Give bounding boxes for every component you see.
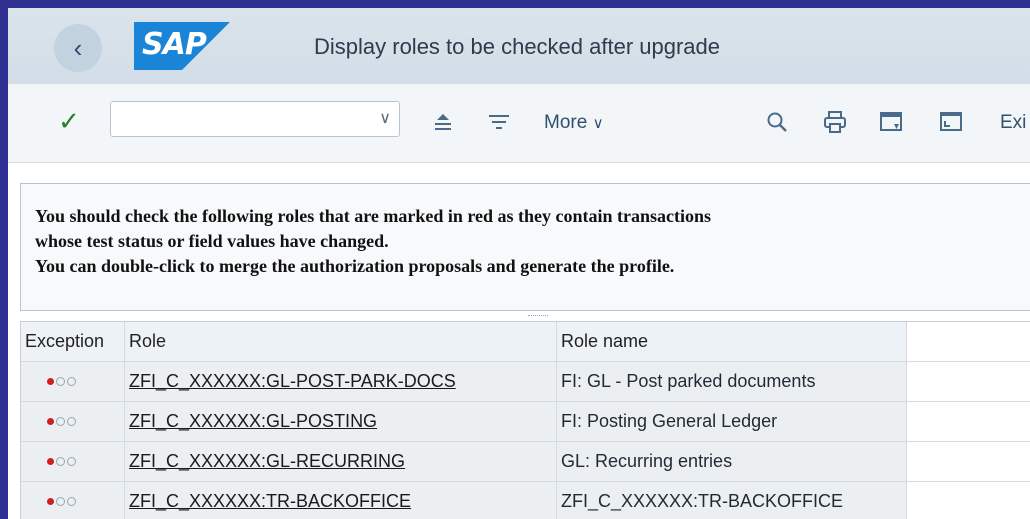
- table-row[interactable]: ZFI_C_XXXXXX:GL-POST-PARK-DOCS FI: GL - …: [21, 362, 1030, 402]
- role-name-cell: FI: Posting General Ledger: [557, 402, 907, 442]
- more-menu[interactable]: More ∨: [544, 112, 604, 134]
- empty-cell: [907, 442, 1030, 482]
- chevron-down-icon[interactable]: ∨: [379, 108, 391, 128]
- message-line: You should check the following roles tha…: [35, 206, 712, 226]
- role-cell: ZFI_C_XXXXXX:GL-POSTING: [125, 402, 557, 442]
- column-header-role-name[interactable]: Role name: [557, 322, 907, 362]
- role-name-cell: FI: GL - Post parked documents: [557, 362, 907, 402]
- info-message: You should check the following roles tha…: [20, 183, 1030, 311]
- table-row[interactable]: ZFI_C_XXXXXX:GL-POSTING FI: Posting Gene…: [21, 402, 1030, 442]
- app-window: ‹ SAP Display roles to be checked after …: [8, 8, 1030, 519]
- shell-header: ‹ SAP Display roles to be checked after …: [8, 8, 1030, 84]
- role-link[interactable]: ZFI_C_XXXXXX:TR-BACKOFFICE: [129, 491, 411, 512]
- sap-logo: SAP: [134, 22, 230, 70]
- logo-text: SAP: [142, 27, 207, 62]
- message-line: whose test status or field values have c…: [35, 231, 389, 251]
- empty-column: [907, 322, 1030, 362]
- table-header-row: Exception Role Role name: [21, 322, 1030, 362]
- empty-cell: [907, 362, 1030, 402]
- application-toolbar: ✓ ∨ More ∨ Exi: [8, 84, 1030, 163]
- role-cell: ZFI_C_XXXXXX:GL-RECURRING: [125, 442, 557, 482]
- role-name-cell: GL: Recurring entries: [557, 442, 907, 482]
- role-name-cell: ZFI_C_XXXXXX:TR-BACKOFFICE: [557, 482, 907, 519]
- role-link[interactable]: ZFI_C_XXXXXX:GL-POST-PARK-DOCS: [129, 371, 456, 392]
- command-field[interactable]: ∨: [110, 101, 400, 137]
- collapse-icon[interactable]: [430, 109, 456, 135]
- green-light-off-icon: [67, 497, 76, 506]
- yellow-light-off-icon: [56, 457, 65, 466]
- chevron-down-icon: ∨: [592, 115, 604, 132]
- message-line: You can double-click to merge the author…: [35, 256, 675, 276]
- check-icon[interactable]: ✓: [54, 106, 84, 136]
- table-row[interactable]: ZFI_C_XXXXXX:GL-RECURRING GL: Recurring …: [21, 442, 1030, 482]
- empty-cell: [907, 402, 1030, 442]
- role-cell: ZFI_C_XXXXXX:GL-POST-PARK-DOCS: [125, 362, 557, 402]
- green-light-off-icon: [67, 377, 76, 386]
- empty-cell: [907, 482, 1030, 519]
- column-header-exception[interactable]: Exception: [21, 322, 125, 362]
- role-cell: ZFI_C_XXXXXX:TR-BACKOFFICE: [125, 482, 557, 519]
- column-header-role[interactable]: Role: [125, 322, 557, 362]
- role-link[interactable]: ZFI_C_XXXXXX:GL-POSTING: [129, 411, 377, 432]
- red-light-icon: [47, 378, 54, 385]
- command-input[interactable]: [115, 106, 369, 134]
- print-icon[interactable]: [822, 109, 848, 135]
- window-alt-icon[interactable]: [938, 109, 964, 135]
- filter-icon[interactable]: [486, 109, 512, 135]
- red-light-icon: [47, 498, 54, 505]
- green-light-off-icon: [67, 417, 76, 426]
- search-icon[interactable]: [764, 109, 790, 135]
- red-light-icon: [47, 418, 54, 425]
- exception-status-icon: [21, 482, 125, 519]
- yellow-light-off-icon: [56, 377, 65, 386]
- red-light-icon: [47, 458, 54, 465]
- yellow-light-off-icon: [56, 497, 65, 506]
- back-button[interactable]: ‹: [54, 24, 102, 72]
- page-title: Display roles to be checked after upgrad…: [314, 34, 721, 59]
- exit-button[interactable]: Exi: [1000, 112, 1026, 134]
- content-area: You should check the following roles tha…: [8, 163, 1030, 519]
- table-row[interactable]: ZFI_C_XXXXXX:TR-BACKOFFICE ZFI_C_XXXXXX:…: [21, 482, 1030, 519]
- exception-status-icon: [21, 362, 125, 402]
- more-label: More: [544, 112, 588, 133]
- yellow-light-off-icon: [56, 417, 65, 426]
- window-icon[interactable]: [878, 109, 904, 135]
- exception-status-icon: [21, 402, 125, 442]
- splitter-handle[interactable]: [528, 315, 548, 319]
- role-link[interactable]: ZFI_C_XXXXXX:GL-RECURRING: [129, 451, 405, 472]
- roles-table: Exception Role Role name ZFI_C_XXXXXX:GL…: [20, 321, 1030, 519]
- green-light-off-icon: [67, 457, 76, 466]
- exception-status-icon: [21, 442, 125, 482]
- chevron-left-icon: ‹: [73, 32, 83, 63]
